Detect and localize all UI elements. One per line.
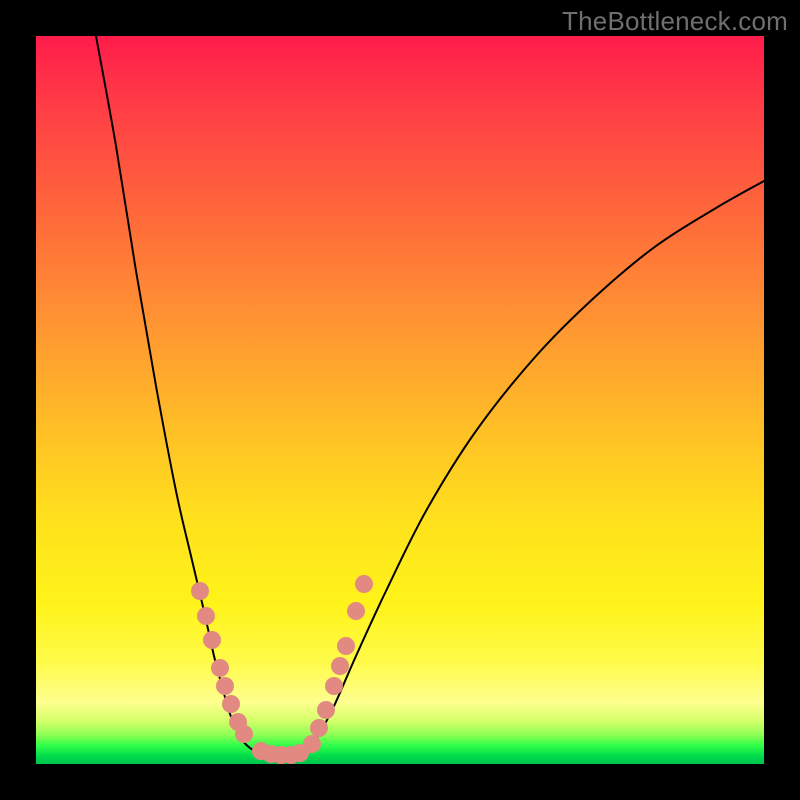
highlight-dot — [222, 695, 240, 713]
highlight-dot — [325, 677, 343, 695]
left-curve-path — [96, 36, 257, 752]
highlight-dot — [331, 657, 349, 675]
highlight-dot — [303, 735, 321, 753]
watermark-text: TheBottleneck.com — [562, 6, 788, 37]
highlight-dot — [203, 631, 221, 649]
plot-area — [36, 36, 764, 764]
highlight-dot — [191, 582, 209, 600]
highlight-dot — [310, 719, 328, 737]
right-curve-path — [306, 181, 764, 752]
chart-frame: TheBottleneck.com — [0, 0, 800, 800]
highlight-dots-group — [191, 575, 373, 764]
highlight-dot — [347, 602, 365, 620]
highlight-dot — [337, 637, 355, 655]
highlight-dot — [211, 659, 229, 677]
highlight-dot — [216, 677, 234, 695]
highlight-dot — [355, 575, 373, 593]
curve-layer — [36, 36, 764, 764]
highlight-dot — [317, 701, 335, 719]
highlight-dot — [235, 725, 253, 743]
highlight-dot — [197, 607, 215, 625]
